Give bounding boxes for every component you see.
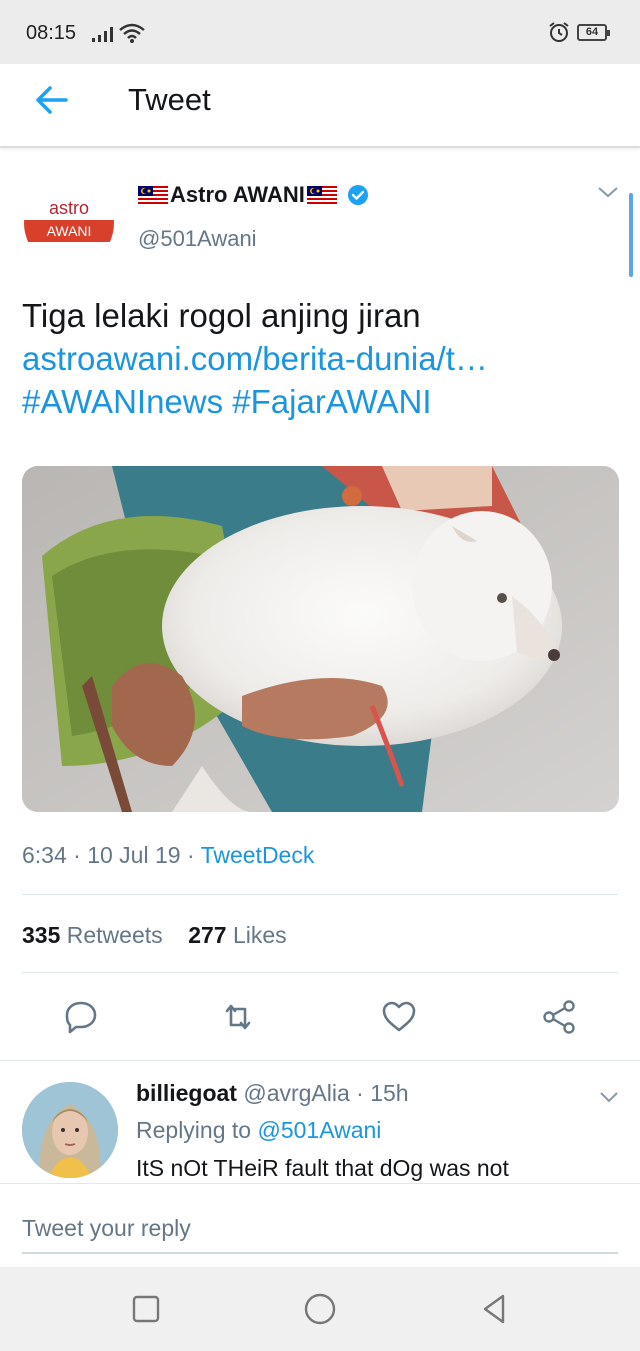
chevron-down-icon[interactable] (596, 184, 620, 200)
back-nav-icon[interactable] (476, 1291, 512, 1327)
back-arrow-icon[interactable] (28, 80, 76, 120)
avatar-logo-bottom: AWANI (24, 220, 114, 242)
app-bar: Tweet (0, 64, 640, 148)
verified-badge-icon (347, 185, 368, 205)
likes-label: Likes (232, 922, 287, 948)
likes-count: 277 (188, 922, 227, 948)
author-handle[interactable]: @501Awani (138, 226, 257, 252)
like-icon[interactable] (380, 998, 418, 1036)
malaysia-flag-icon (138, 186, 168, 204)
replying-to-handle[interactable]: @501Awani (257, 1117, 381, 1143)
wifi-icon (119, 23, 145, 43)
compose-bar (0, 1183, 640, 1267)
divider (22, 894, 618, 895)
system-nav-bar (0, 1267, 640, 1351)
retweets-count: 335 (22, 922, 61, 948)
author-name: Astro AWANI (170, 182, 305, 207)
hashtag-awaninews[interactable]: #AWANInews (22, 383, 223, 420)
reply-avatar[interactable] (22, 1082, 118, 1178)
likes-stat[interactable]: 277 Likes (188, 922, 286, 948)
divider (22, 972, 618, 973)
reply-input[interactable] (22, 1204, 618, 1254)
home-icon[interactable] (302, 1291, 338, 1327)
tweet-source[interactable]: TweetDeck (201, 842, 315, 868)
dog-photo (22, 466, 619, 812)
reply-header: billiegoat @avrgAlia · 15h (136, 1080, 409, 1107)
reply-author-name[interactable]: billiegoat (136, 1080, 237, 1106)
signal-icon (92, 27, 113, 42)
chevron-down-icon[interactable] (598, 1090, 620, 1104)
hashtag-fajarawani[interactable]: #FajarAWANI (232, 383, 431, 420)
reply-handle-time: @avrgAlia · 15h (236, 1080, 409, 1106)
alarm-icon (549, 22, 569, 42)
tweet-link[interactable]: astroawani.com/berita-dunia/t… (22, 337, 622, 380)
reply-text: ItS nOt THeiR fault that dOg was not (136, 1155, 509, 1181)
tweet-image[interactable] (22, 466, 619, 812)
retweets-label: Retweets (66, 922, 163, 948)
tweet-timestamp: 6:34 · 10 Jul 19 · TweetDeck (22, 842, 314, 869)
battery-level: 64 (585, 26, 599, 38)
avatar-logo-top: astro (24, 196, 114, 220)
share-icon[interactable] (540, 998, 578, 1036)
author-name-row[interactable]: Astro AWANI (138, 182, 369, 208)
author-avatar[interactable]: astro AWANI (24, 178, 114, 268)
status-time: 08:15 (26, 22, 77, 44)
tweet-time: 6:34 · 10 Jul 19 · (22, 842, 201, 868)
malaysia-flag-icon (306, 186, 337, 204)
retweets-stat[interactable]: 335 Retweets (22, 922, 163, 948)
scrollbar[interactable] (629, 193, 633, 277)
tweet-stats: 335 Retweets 277 Likes (22, 922, 287, 949)
retweet-icon[interactable] (219, 998, 257, 1036)
replying-prefix: Replying to (136, 1117, 258, 1143)
battery-icon: 64 (577, 24, 610, 41)
recents-icon[interactable] (128, 1291, 164, 1327)
status-bar: 08:15 64 (0, 0, 640, 64)
reply-icon[interactable] (62, 998, 100, 1036)
tweet-body: Tiga lelaki rogol anjing jiran (22, 297, 421, 334)
tweet-text: Tiga lelaki rogol anjing jiran astroawan… (22, 294, 622, 423)
avatar-image (22, 1082, 118, 1178)
divider (0, 1060, 640, 1061)
replying-to: Replying to @501Awani (136, 1117, 381, 1144)
page-title: Tweet (128, 82, 211, 117)
